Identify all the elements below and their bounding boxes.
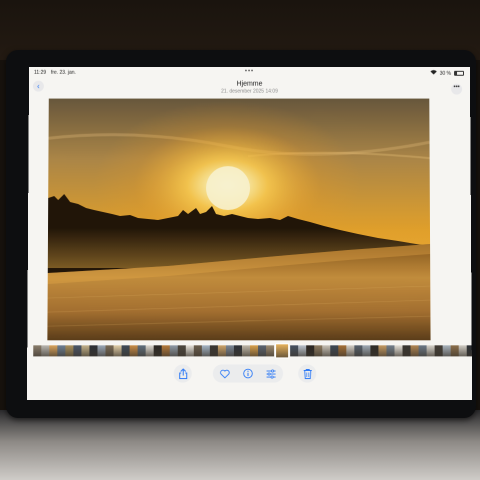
thumbnail[interactable] — [241, 345, 251, 357]
share-button[interactable] — [173, 364, 192, 383]
thumbnail[interactable] — [370, 345, 379, 357]
thumbnail[interactable] — [418, 345, 427, 357]
thumbnail[interactable] — [250, 345, 259, 357]
thumbnail[interactable] — [450, 345, 459, 357]
thumbnail[interactable] — [378, 345, 387, 357]
adjust-button[interactable] — [266, 369, 276, 378]
thumbnail[interactable] — [185, 345, 194, 357]
info-button[interactable] — [243, 368, 253, 378]
thumbnail[interactable] — [177, 345, 186, 357]
thumbnail[interactable] — [458, 345, 467, 357]
thumbnail[interactable] — [169, 345, 178, 357]
thumbnail[interactable] — [217, 345, 226, 357]
thumbnail[interactable] — [410, 345, 419, 357]
thumbnail[interactable] — [49, 345, 58, 357]
thumbnail[interactable] — [330, 345, 339, 357]
status-bar: 11:29 fre. 23. jan. ••• 30 % — [29, 67, 470, 79]
thumbnail[interactable] — [322, 345, 331, 357]
thumbnail[interactable] — [386, 345, 395, 357]
thumbnail[interactable] — [201, 345, 210, 357]
thumbnail[interactable] — [41, 345, 50, 357]
thumbnail[interactable] — [258, 345, 267, 357]
thumbnail[interactable] — [402, 345, 411, 357]
page-title: Hjemme — [236, 80, 263, 88]
thumbnail[interactable] — [314, 345, 323, 357]
battery-icon — [454, 70, 465, 76]
wifi-icon — [430, 70, 437, 77]
thumbnail[interactable] — [137, 345, 146, 357]
thumbnail[interactable] — [338, 345, 347, 357]
thumbnail[interactable] — [233, 345, 242, 357]
thumbnail[interactable] — [129, 345, 138, 357]
photo-date: 21. desember 2025 14:09 — [221, 88, 278, 95]
thumbnail-selected[interactable] — [275, 343, 290, 359]
thumbnail[interactable] — [290, 345, 299, 357]
multitasking-dots-icon[interactable]: ••• — [245, 69, 254, 75]
thumbnail[interactable] — [394, 345, 403, 357]
thumbnail[interactable] — [354, 345, 363, 357]
action-group — [212, 364, 284, 383]
thumbnail[interactable] — [362, 345, 371, 357]
battery-percent: 30 % — [439, 70, 452, 77]
adjust-sliders-icon — [266, 369, 276, 378]
thumbnail[interactable] — [97, 345, 106, 357]
sunset-photo — [47, 98, 431, 341]
share-icon — [178, 368, 187, 379]
background-surface — [0, 410, 480, 480]
thumbnail[interactable] — [442, 345, 451, 357]
thumbnail[interactable] — [65, 345, 74, 357]
thumbnail[interactable] — [225, 345, 234, 357]
ellipsis-icon: ••• — [453, 84, 460, 91]
thumbnail[interactable] — [434, 345, 443, 357]
tablet-screen: 11:29 fre. 23. jan. ••• 30 % ‹ Hjemme 21… — [26, 66, 473, 400]
status-time: 11:29 — [33, 69, 47, 76]
thumbnail[interactable] — [89, 345, 98, 357]
delete-button[interactable] — [298, 364, 317, 383]
more-button[interactable]: ••• — [451, 83, 463, 95]
thumbnail[interactable] — [105, 345, 114, 357]
thumbnail[interactable] — [266, 345, 275, 357]
thumbnail[interactable] — [57, 345, 66, 357]
photo-viewer[interactable] — [47, 98, 431, 341]
thumbnail[interactable] — [306, 345, 315, 357]
favorite-button[interactable] — [220, 369, 230, 378]
thumbnail[interactable] — [153, 345, 162, 357]
thumbnail[interactable] — [346, 345, 355, 357]
thumbnail[interactable] — [193, 345, 202, 357]
trash-icon — [303, 368, 312, 379]
heart-icon — [220, 369, 230, 378]
thumbnail[interactable] — [426, 345, 435, 357]
thumbnail[interactable] — [298, 345, 307, 357]
thumbnail-strip[interactable] — [33, 343, 473, 359]
thumbnail[interactable] — [466, 345, 473, 357]
thumbnail[interactable] — [161, 345, 170, 357]
thumbnail[interactable] — [73, 345, 82, 357]
status-date: fre. 23. jan. — [50, 69, 76, 76]
thumbnail[interactable] — [113, 345, 122, 357]
thumbnail[interactable] — [81, 345, 90, 357]
info-icon — [243, 368, 253, 378]
thumbnail[interactable] — [145, 345, 154, 357]
thumbnail[interactable] — [209, 345, 218, 357]
thumbnail[interactable] — [33, 345, 42, 357]
thumbnail[interactable] — [121, 345, 130, 357]
bottom-toolbar — [27, 364, 472, 384]
